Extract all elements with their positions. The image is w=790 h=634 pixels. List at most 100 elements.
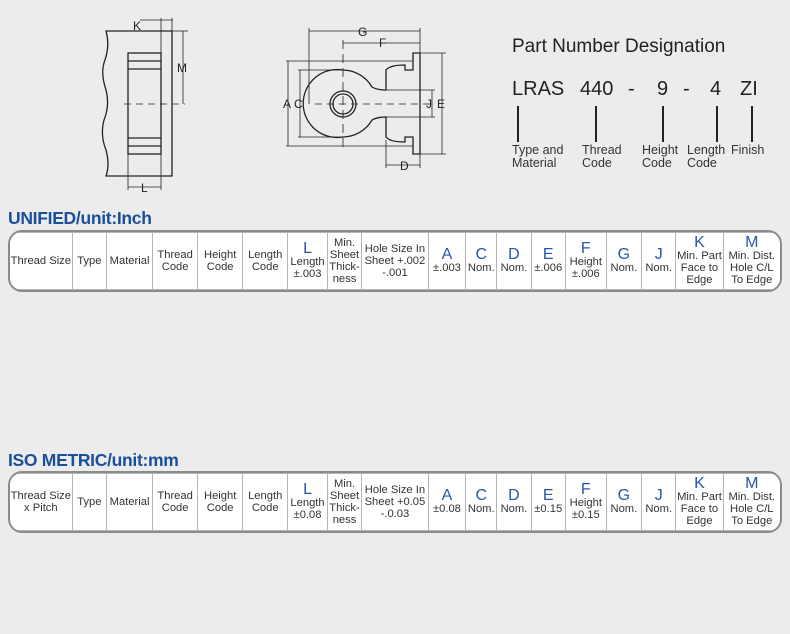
column-header-k: K Min. Part Face to Edge: [675, 473, 724, 531]
column-header-text: Min. Part Face to Edge: [677, 250, 722, 286]
pnd-label-height: Height: [642, 143, 679, 157]
pnd-pointer-line: [662, 106, 664, 142]
front-view-diagram: G F A C J E D: [283, 25, 446, 173]
pnd-pointer-line: [716, 106, 718, 142]
dim-label-j: J: [426, 97, 432, 111]
part-number-designation: Part Number Designation LRAS 440 - 9 - 4…: [512, 36, 782, 176]
column-header-c: C Nom.: [465, 232, 498, 290]
column-header-text: Min. Dist. Hole C/L To Edge: [728, 491, 776, 527]
dimension-letter: A: [441, 246, 453, 263]
dim-label-g: G: [358, 25, 367, 39]
dim-label-f: F: [379, 36, 386, 50]
dimension-letter: C: [475, 246, 488, 263]
column-header-text: Min. Part Face to Edge: [677, 491, 722, 527]
column-header-length-code: Length Code: [242, 473, 289, 531]
unified-section-title: UNIFIED/unit:Inch: [8, 208, 152, 228]
column-header-text: Material: [109, 255, 150, 267]
dim-label-a: A: [283, 97, 291, 111]
column-header-text: Hole Size In Sheet +.002 -.001: [364, 243, 426, 279]
dimension-letter: D: [508, 246, 520, 263]
column-header-type: Type: [71, 473, 108, 531]
pnd-code-finish: ZI: [740, 78, 758, 100]
column-header-l: L Length ±.003: [287, 232, 328, 290]
pnd-separator: -: [628, 78, 635, 100]
dimension-letter: M: [745, 475, 759, 492]
column-header-f: F Height ±0.15: [564, 473, 607, 531]
dim-label-l: L: [141, 181, 148, 195]
column-header-text: Nom.: [467, 262, 495, 274]
column-header-text: Height Code: [203, 490, 237, 514]
column-header-text: Height ±0.15: [569, 497, 602, 521]
pnd-pointer-line: [517, 106, 519, 142]
column-header-thread-size: Thread Size x Pitch: [10, 473, 73, 531]
column-header-text: Type: [77, 496, 102, 508]
column-header-text: Height Code: [203, 249, 237, 273]
column-header-text: Hole Size In Sheet +0.05 -.0.03: [364, 484, 426, 520]
pnd-label-type: Type and: [512, 143, 564, 157]
dimension-letter: G: [617, 246, 631, 263]
column-header-length-code: Length Code: [242, 232, 289, 290]
pnd-label-finish: Finish: [731, 143, 765, 157]
pnd-pointer-line: [595, 106, 597, 142]
column-header-text: Length Code: [248, 490, 283, 514]
column-header-text: Thread Size: [10, 255, 71, 267]
column-header-d: D Nom.: [496, 232, 532, 290]
column-header-m: M Min. Dist. Hole C/L To Edge: [722, 473, 780, 531]
side-view-diagram: K M L: [101, 18, 188, 195]
column-header-text: Thread Code: [157, 490, 193, 514]
column-header-text: Length ±0.08: [290, 497, 325, 521]
column-header-text: Nom.: [467, 503, 495, 515]
column-header-type: Type: [71, 232, 108, 290]
column-header-text: Thread Code: [157, 249, 193, 273]
column-header-a: A ±0.08: [427, 473, 467, 531]
column-header-k: K Min. Part Face to Edge: [675, 232, 724, 290]
pnd-label-type-2: Material: [512, 156, 557, 170]
dimension-letter: E: [542, 246, 554, 263]
column-header-e: E ±.006: [530, 232, 566, 290]
column-header-text: Nom.: [610, 262, 638, 274]
pnd-label-length: Length: [687, 143, 726, 157]
column-header-text: ±0.08: [432, 503, 461, 515]
column-header-thread-size: Thread Size: [10, 232, 73, 290]
column-header-material: Material: [105, 232, 154, 290]
column-header-text: Nom.: [500, 503, 528, 515]
column-header-text: Min. Sheet Thick- ness: [329, 237, 360, 285]
column-header-j: J Nom.: [641, 232, 677, 290]
pnd-label-thread-2: Code: [582, 156, 612, 170]
column-header-d: D Nom.: [496, 473, 532, 531]
dimension-letter: F: [580, 481, 591, 498]
column-header-hole-size: Hole Size In Sheet +.002 -.001: [361, 232, 429, 290]
column-header-text: Nom.: [500, 262, 528, 274]
dim-label-k: K: [133, 19, 141, 33]
pnd-separator: -: [683, 78, 690, 100]
column-header-min-sheet: Min. Sheet Thick- ness: [326, 232, 363, 290]
pnd-label-thread: Thread: [582, 143, 622, 157]
column-header-text: Material: [109, 496, 150, 508]
column-header-text: Type: [77, 255, 102, 267]
dimension-letter: K: [694, 475, 705, 492]
pnd-code-length: 4: [710, 78, 722, 100]
dimension-letter: J: [654, 246, 663, 263]
dimension-letter: L: [303, 481, 312, 498]
column-header-text: Length ±.003: [290, 256, 325, 280]
dimension-letter: M: [745, 234, 759, 251]
column-header-m: M Min. Dist. Hole C/L To Edge: [722, 232, 780, 290]
dim-label-e: E: [437, 97, 445, 111]
dimension-letter: D: [508, 487, 520, 504]
column-header-f: F Height ±.006: [564, 232, 607, 290]
column-header-height-code: Height Code: [197, 232, 244, 290]
dimension-letter: J: [654, 487, 663, 504]
column-header-material: Material: [105, 473, 154, 531]
column-header-thread-code: Thread Code: [152, 232, 199, 290]
column-header-thread-code: Thread Code: [152, 473, 199, 531]
column-header-e: E ±0.15: [530, 473, 566, 531]
column-header-g: G Nom.: [605, 232, 643, 290]
dimension-letter: C: [475, 487, 488, 504]
column-header-hole-size: Hole Size In Sheet +0.05 -.0.03: [361, 473, 429, 531]
column-header-a: A ±.003: [427, 232, 467, 290]
dimension-letter: F: [580, 240, 591, 257]
column-header-text: Nom.: [645, 503, 673, 515]
dim-label-m: M: [177, 61, 187, 75]
metric-table: Thread Size x Pitch Type Material Thread Co…: [8, 471, 782, 533]
column-header-c: C Nom.: [465, 473, 498, 531]
